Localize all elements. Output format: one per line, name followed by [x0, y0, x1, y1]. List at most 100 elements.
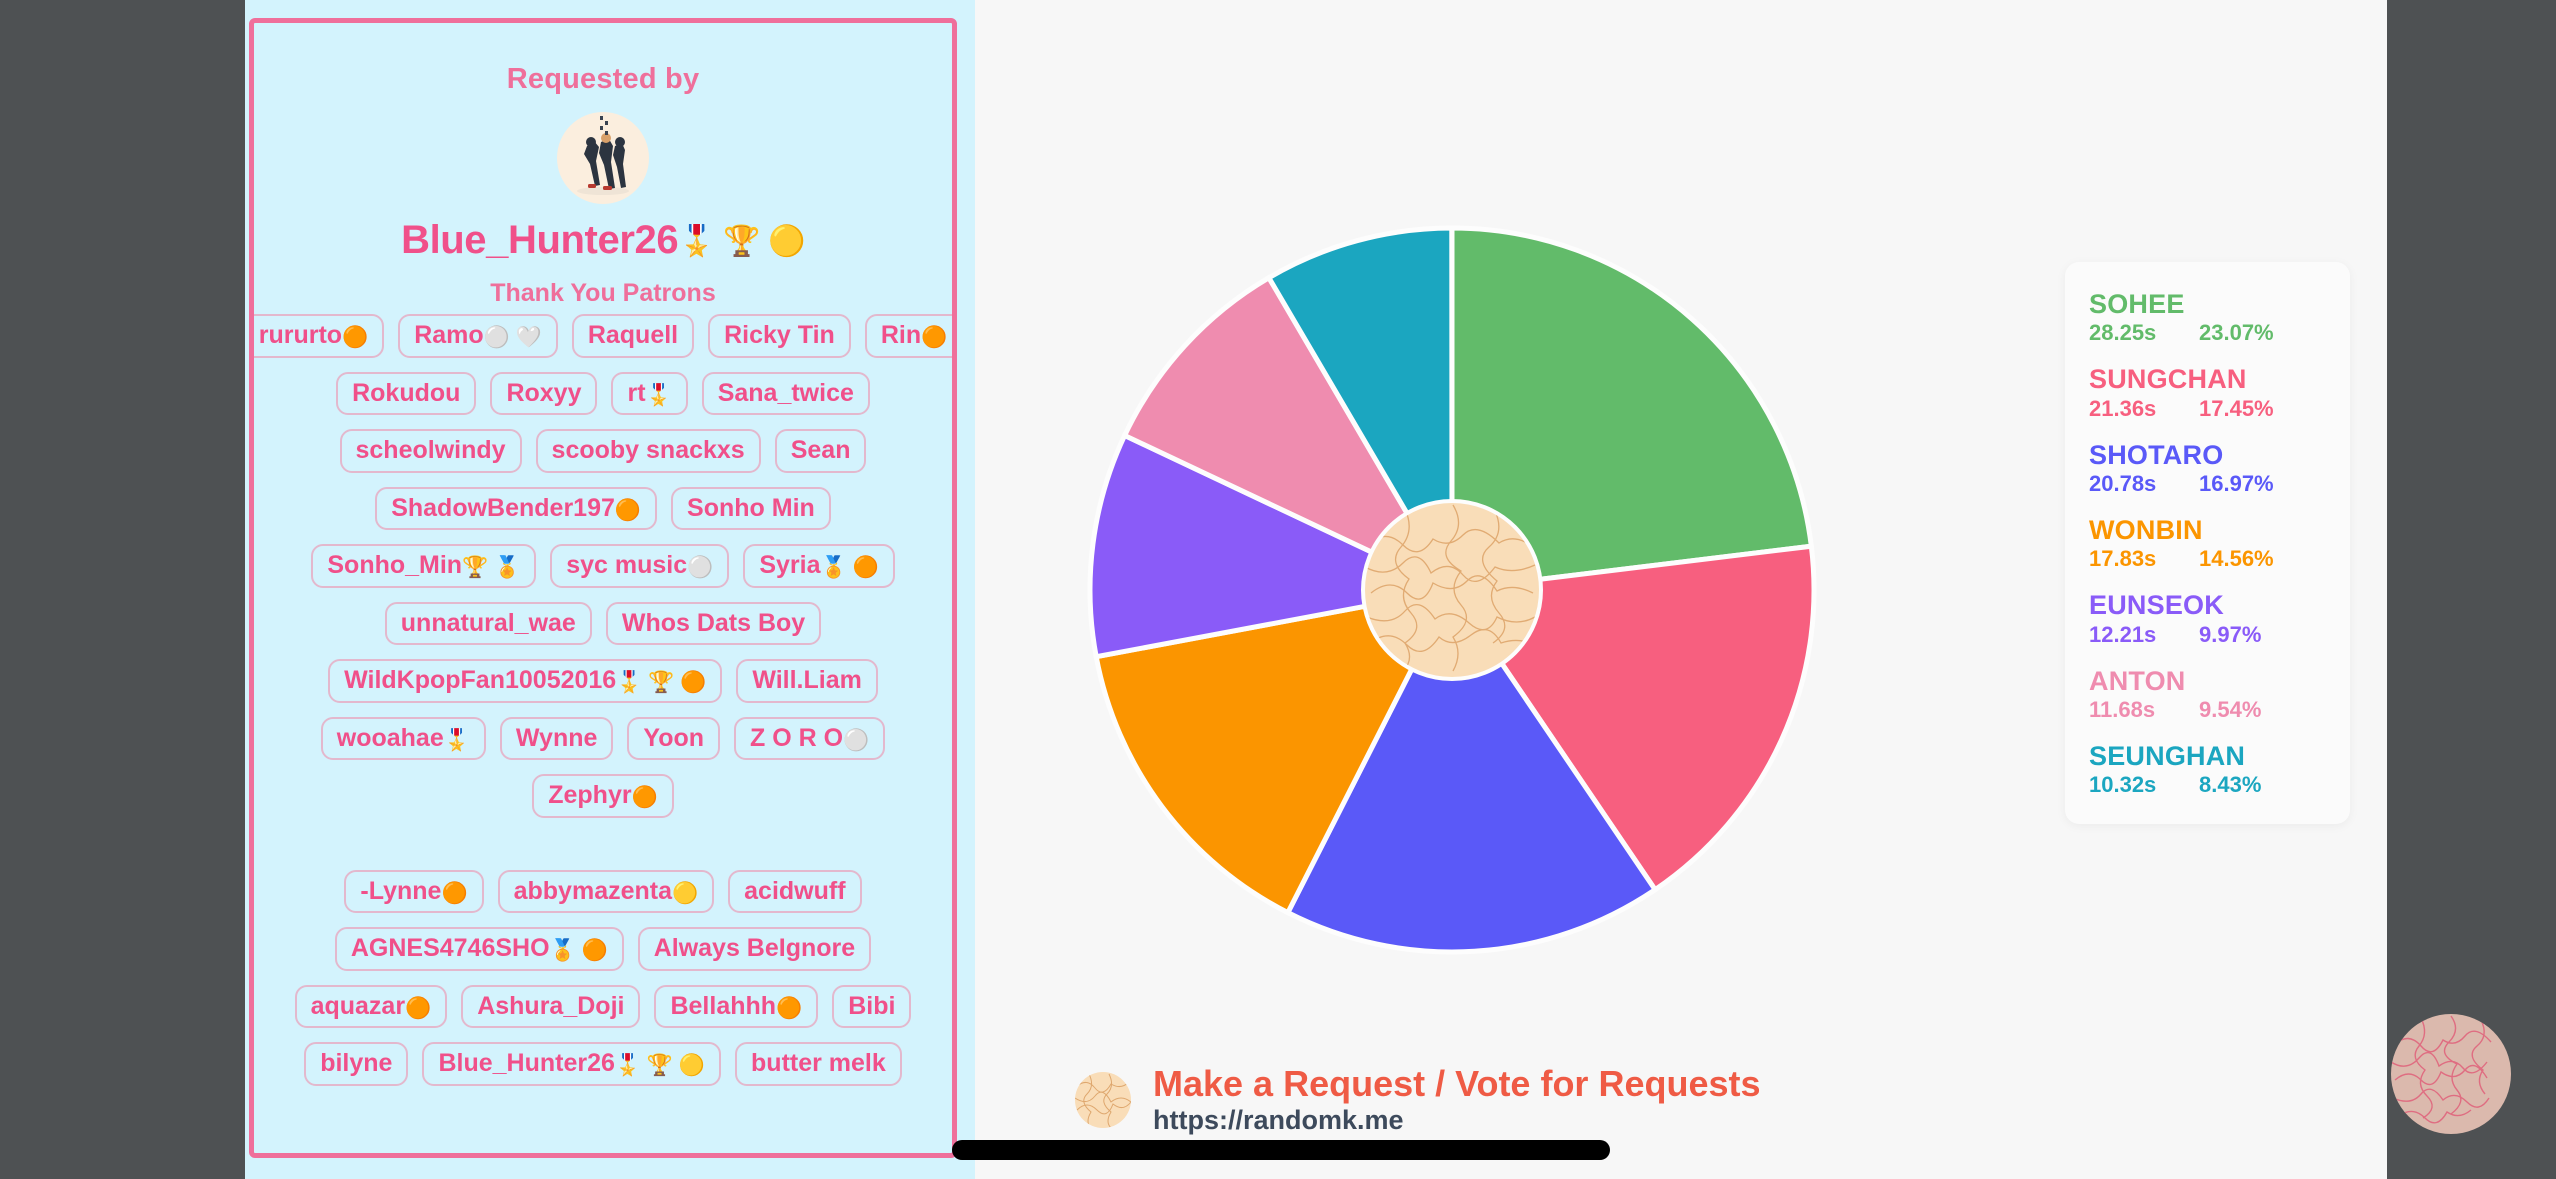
patron-tag[interactable]: Roxyy — [490, 371, 598, 415]
patron-tag-label: Bibi — [848, 991, 896, 1020]
patron-tag-label: Syria — [759, 551, 821, 579]
patron-tag-label: Whos Dats Boy — [621, 608, 806, 637]
patron-tag[interactable]: ShadowBender197🟠 — [375, 486, 658, 530]
patron-tag[interactable]: Wynne — [499, 716, 614, 760]
patron-tag-label: Ramo — [414, 321, 484, 349]
patron-tag-row: WildKpopFan10052016🎖️ 🏆 🟠 Will.Liam — [254, 659, 952, 703]
patron-tag[interactable]: WildKpopFan10052016🎖️ 🏆 🟠 — [328, 659, 723, 703]
legend-item[interactable]: WONBIN 17.83s 14.56% — [2089, 516, 2326, 572]
legend-item-percent: 16.97% — [2199, 471, 2274, 497]
patron-tag[interactable]: Sana_twice — [701, 371, 870, 415]
patron-tag[interactable]: abbymazenta🟡 — [497, 869, 715, 913]
legend-item[interactable]: ANTON 11.68s 9.54% — [2089, 665, 2326, 723]
patron-tag[interactable]: scheolwindy — [339, 429, 522, 473]
squiggle-circle-logo[interactable] — [2391, 1014, 2511, 1134]
patron-tag-badges: 🎖️ — [443, 728, 470, 752]
patron-tag-row: unnatural_wae Whos Dats Boy — [254, 601, 952, 645]
legend-item-stats: 20.78s 16.97% — [2089, 471, 2326, 497]
requester-avatar-wrap — [254, 112, 952, 204]
patron-tag-label: Sana_twice — [717, 378, 854, 407]
patron-tag-badges: 🎖️ 🏆 🟡 — [614, 1054, 706, 1077]
legend-item[interactable]: SEUNGHAN 10.32s 8.43% — [2089, 742, 2326, 798]
legend-item[interactable]: SHOTARO 20.78s 16.97% — [2089, 440, 2326, 497]
patron-tag[interactable]: Bellahhh🟠 — [654, 984, 819, 1028]
patron-tag[interactable]: unnatural_wae — [384, 601, 592, 645]
legend-item[interactable]: EUNSEOK 12.21s 9.97% — [2089, 591, 2326, 647]
legend-item[interactable]: SUNGCHAN 21.36s 17.45% — [2089, 365, 2326, 421]
patron-tag-label: WildKpopFan10052016 — [344, 666, 617, 694]
patron-tag-row: wooahae🎖️ Wynne Yoon Z O R O⚪ — [254, 716, 952, 760]
patron-tag[interactable]: Blue_Hunter26🎖️ 🏆 🟡 — [422, 1042, 722, 1086]
patron-tag-row: Rokudou Roxyy rt🎖️ Sana_twice — [254, 371, 952, 415]
patron-tag-badges: ⚪ — [687, 556, 714, 579]
legend-item-stats: 28.25s 23.07% — [2089, 320, 2326, 346]
patron-tag[interactable]: Will.Liam — [736, 659, 878, 703]
patron-tag-badges: 🏆 🏅 — [462, 556, 521, 579]
patron-tag-badges: 🟠 — [614, 498, 642, 522]
patron-tag[interactable]: Raquell — [571, 314, 695, 358]
patron-tag-label: Blue_Hunter26 — [438, 1049, 615, 1077]
patron-tag[interactable]: Yoon — [627, 716, 721, 760]
patron-tag-badges: 🎖️ 🏆 🟠 — [616, 671, 707, 694]
redaction-bar — [952, 1140, 1610, 1160]
cta-url[interactable]: https://randomk.me — [1153, 1105, 1761, 1136]
patron-tag[interactable]: rt🎖️ — [611, 371, 688, 415]
patron-tag[interactable]: acidwuff — [728, 869, 862, 913]
patron-tag[interactable]: Syria🏅 🟠 — [743, 544, 895, 588]
legend-item-stats: 12.21s 9.97% — [2089, 622, 2326, 648]
patron-tag[interactable]: Whos Dats Boy — [605, 601, 822, 645]
squiggle-circle-icon — [1075, 1072, 1131, 1129]
patron-tag-badges: 🟠 — [631, 786, 658, 809]
legend-item-percent: 8.43% — [2199, 772, 2262, 798]
patron-tag-row: bilyne Blue_Hunter26🎖️ 🏆 🟡 butter melk — [254, 1042, 952, 1086]
patron-tag[interactable]: Zephyr🟠 — [532, 774, 674, 818]
patron-tag[interactable]: butter melk — [735, 1042, 902, 1086]
patron-tag-label: Will.Liam — [752, 666, 862, 694]
patron-tag-label: Ricky Tin — [724, 321, 835, 349]
legend-item-time: 12.21s — [2089, 621, 2157, 647]
patron-tag-label: Yoon — [643, 723, 705, 752]
patron-tag[interactable]: wooahae🎖️ — [320, 716, 486, 760]
patron-tag[interactable]: Rokudou — [336, 371, 477, 415]
legend-item-percent: 9.54% — [2199, 697, 2262, 723]
patron-tag[interactable]: AGNES4746SHO🏅 🟠 — [334, 927, 624, 971]
patron-tag[interactable]: Sonho_Min🏆 🏅 — [311, 544, 537, 588]
squiggle-pattern-icon — [1365, 504, 1536, 672]
legend-item-name: SEUNGHAN — [2089, 741, 2246, 772]
patron-tag-label: Rokudou — [352, 378, 461, 407]
patron-tag-label: acidwuff — [744, 876, 846, 905]
patron-tag[interactable]: bilyne — [304, 1042, 409, 1086]
patron-tag-badges: 🟠 — [405, 996, 432, 1020]
patron-tag[interactable]: aquazar🟠 — [294, 984, 448, 1028]
patron-tag[interactable]: Ashura_Doji — [461, 984, 641, 1028]
patron-tag[interactable]: Always BeIgnore — [637, 927, 872, 971]
patron-tag-label: scheolwindy — [355, 436, 506, 464]
thank-you-patrons-label: Thank You Patrons — [490, 279, 716, 307]
legend-item[interactable]: SOHEE 28.25s 23.07% — [2089, 290, 2326, 346]
legend-item-name: ANTON — [2089, 665, 2186, 696]
patron-tag[interactable]: syc music⚪ — [550, 544, 730, 588]
patron-tag[interactable]: Ramo⚪ 🤍 — [398, 314, 558, 358]
legend-item-name: WONBIN — [2089, 515, 2203, 546]
patron-tag[interactable]: Sean — [774, 429, 867, 473]
patron-tag[interactable]: Z O R O⚪ — [734, 716, 886, 760]
patron-tag-row: -Lynne🟠 abbymazenta🟡 acidwuff — [254, 869, 952, 913]
pie-legend: SOHEE 28.25s 23.07% SUNGCHAN 21.36s 17.45% SHO… — [2065, 262, 2350, 825]
legend-item-percent: 14.56% — [2199, 546, 2274, 572]
legend-item-percent: 23.07% — [2199, 320, 2274, 346]
patron-tag[interactable]: -Lynne🟠 — [344, 869, 484, 913]
legend-item-stats: 11.68s 9.54% — [2089, 697, 2326, 723]
legend-item-percent: 9.97% — [2199, 621, 2262, 647]
patron-tag[interactable]: scooby snackxs — [535, 429, 761, 473]
patron-tag[interactable]: Bibi — [832, 984, 912, 1028]
patron-tag[interactable]: Ricky Tin — [708, 314, 851, 358]
patron-tag-label: Sonho_Min — [327, 551, 463, 579]
make-a-request-cta[interactable]: Make a Request / Vote for Requests https… — [1075, 1065, 1761, 1136]
patron-tag-label: Z O R O — [750, 723, 844, 752]
patron-tag[interactable]: rururto🟠 — [254, 314, 385, 358]
patron-tag[interactable]: Rin🟠 — [864, 314, 952, 358]
patron-tag[interactable]: Sonho Min — [671, 486, 831, 530]
legend-item-time: 17.83s — [2089, 546, 2157, 572]
patron-tag-label: rururto — [258, 321, 343, 349]
patron-tag-label: Ashura_Doji — [477, 991, 625, 1020]
